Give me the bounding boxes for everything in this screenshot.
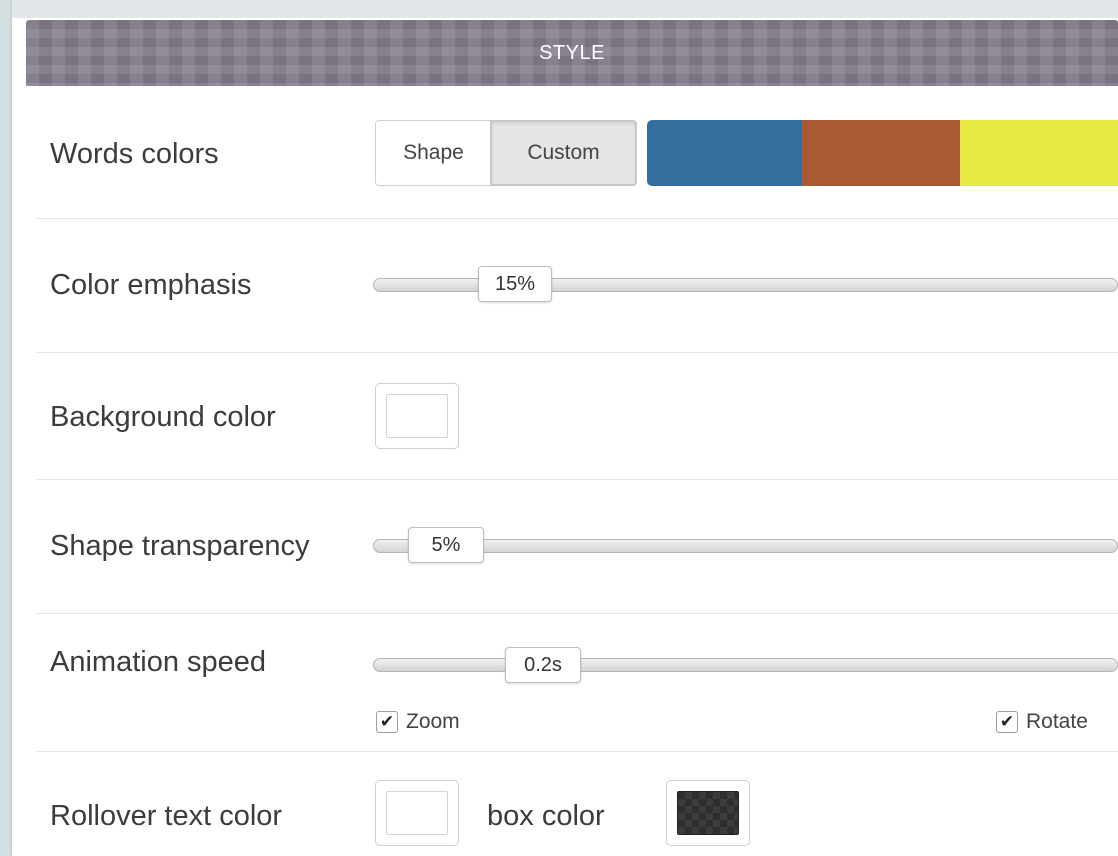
shape-transparency-slider-track[interactable] (373, 539, 1118, 553)
shape-transparency-slider-handle[interactable]: 5% (408, 527, 484, 563)
rollover-text-color-picker[interactable] (375, 780, 459, 846)
animation-speed-label: Animation speed (50, 646, 267, 678)
shape-transparency-label: Shape transparency (50, 530, 310, 562)
section-title: STYLE (539, 41, 605, 64)
color-emphasis-slider-handle[interactable]: 15% (478, 266, 552, 302)
color-swatch-2[interactable] (802, 120, 960, 186)
rotate-checkbox[interactable]: ✔ (996, 711, 1018, 733)
section-header: STYLE (26, 20, 1118, 86)
words-colors-label: Words colors (50, 138, 219, 170)
color-swatch-3[interactable] (960, 120, 1118, 186)
box-color-preview (677, 791, 739, 835)
animation-speed-slider-track[interactable] (373, 658, 1118, 672)
checkmark-icon: ✔ (379, 712, 395, 731)
color-swatch-1[interactable] (647, 120, 802, 186)
box-color-label: box color (487, 800, 605, 832)
color-emphasis-label: Color emphasis (50, 269, 252, 301)
background-color-preview (386, 394, 448, 438)
shape-option-button[interactable]: Shape (375, 120, 492, 186)
color-swatches (647, 120, 1118, 186)
shape-transparency-row: Shape transparency 5% (36, 480, 1118, 614)
rollover-text-color-preview (386, 791, 448, 835)
zoom-checkbox[interactable]: ✔ (376, 711, 398, 733)
custom-option-button[interactable]: Custom (490, 120, 637, 186)
background-color-picker[interactable] (375, 383, 459, 449)
checkmark-icon: ✔ (999, 712, 1015, 731)
zoom-checkbox-label: Zoom (406, 710, 460, 733)
animation-speed-row: Animation speed 0.2s ✔ Zoom ✔ Rotate (36, 614, 1118, 752)
style-panel: STYLE Words colors Shape Custom Color em… (12, 0, 1118, 856)
color-emphasis-row: Color emphasis 15% (36, 219, 1118, 353)
rotate-checkbox-row[interactable]: ✔ Rotate (996, 710, 1088, 734)
rotate-checkbox-label: Rotate (1026, 710, 1088, 733)
words-colors-row: Words colors Shape Custom (36, 86, 1118, 219)
background-color-row: Background color (36, 353, 1118, 480)
rollover-text-color-label: Rollover text color (50, 800, 283, 832)
box-color-picker[interactable] (666, 780, 750, 846)
animation-speed-slider-handle[interactable]: 0.2s (505, 647, 581, 683)
rollover-row: Rollover text color box color (36, 752, 1118, 856)
panel-top-strip (12, 0, 1118, 18)
background-color-label: Background color (50, 401, 276, 433)
zoom-checkbox-row[interactable]: ✔ Zoom (376, 710, 460, 734)
